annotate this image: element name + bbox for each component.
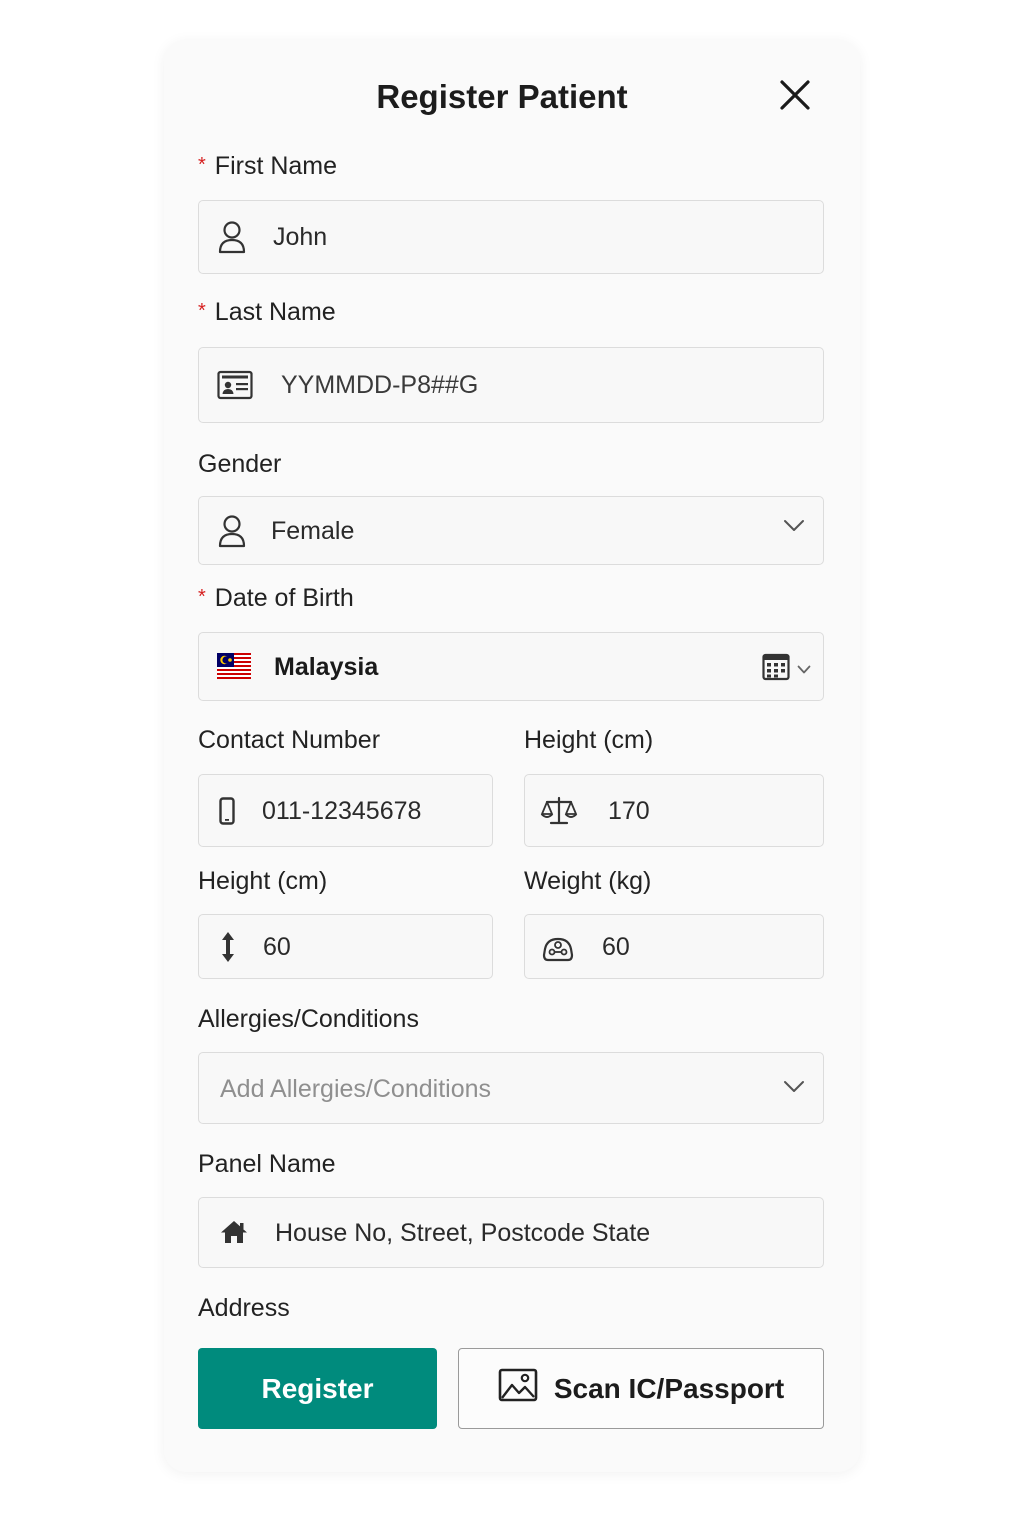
chevron-down-icon[interactable]: [797, 662, 811, 680]
last-name-value: YYMMDD-P8##G: [281, 371, 479, 399]
date-of-birth-label: * Date of Birth: [198, 584, 354, 612]
scale-icon: [539, 795, 579, 827]
first-name-label: * First Name: [198, 152, 338, 180]
last-name-field[interactable]: YYMMDD-P8##G: [198, 347, 824, 423]
image-icon: [498, 1368, 538, 1409]
phone-icon: [219, 797, 235, 825]
gender-select[interactable]: Female: [198, 496, 824, 565]
height-label-2: Height (cm): [198, 867, 328, 895]
allergies-label: Allergies/Conditions: [198, 1005, 419, 1033]
height-arrow-icon: [221, 931, 235, 963]
panel-name-label: Panel Name: [198, 1150, 336, 1178]
user-icon: [217, 514, 247, 548]
last-name-label: * Last Name: [198, 298, 336, 326]
first-name-field[interactable]: John: [198, 200, 824, 274]
height-field-2[interactable]: 60: [198, 914, 493, 979]
required-marker: *: [198, 586, 206, 608]
weight-icon: [542, 934, 574, 962]
height-label: Height (cm): [524, 726, 654, 754]
gender-value: Female: [271, 517, 355, 545]
calendar-icon[interactable]: [762, 653, 790, 681]
user-icon: [217, 220, 247, 254]
panel-name-field[interactable]: House No, Street, Postcode State: [198, 1197, 824, 1268]
dialog-title: Register Patient: [376, 78, 628, 115]
home-icon: [220, 1220, 248, 1244]
malaysia-flag-icon: [217, 653, 251, 679]
close-button[interactable]: [778, 78, 812, 112]
close-icon: [780, 80, 810, 110]
chevron-down-icon: [783, 1080, 805, 1099]
weight-label: Weight (kg): [524, 867, 652, 895]
first-name-value: John: [273, 223, 328, 251]
weight-value: 60: [602, 933, 630, 961]
required-marker: *: [198, 300, 206, 322]
contact-number-value: 011-12345678: [262, 797, 422, 825]
scan-ic-passport-button[interactable]: Scan IC/Passport: [458, 1348, 824, 1429]
height-value-2: 60: [263, 933, 291, 961]
date-of-birth-value: Malaysia: [274, 653, 379, 681]
allergies-select[interactable]: Add Allergies/Conditions: [198, 1052, 824, 1124]
weight-field[interactable]: 60: [524, 914, 824, 979]
register-button[interactable]: Register: [198, 1348, 437, 1429]
height-field[interactable]: 170: [524, 774, 824, 847]
panel-name-value: House No, Street, Postcode State: [275, 1219, 651, 1247]
chevron-down-icon: [783, 519, 805, 538]
contact-number-field[interactable]: 011-12345678: [198, 774, 493, 847]
date-of-birth-field[interactable]: Malaysia: [198, 632, 824, 701]
height-value: 170: [608, 797, 650, 825]
allergies-placeholder: Add Allergies/Conditions: [220, 1075, 491, 1103]
contact-number-label: Contact Number: [198, 726, 381, 754]
id-card-icon: [217, 370, 253, 400]
scan-button-label: Scan IC/Passport: [553, 1372, 785, 1404]
gender-label: Gender: [198, 450, 282, 478]
required-marker: *: [198, 154, 206, 176]
address-label: Address: [198, 1294, 290, 1322]
